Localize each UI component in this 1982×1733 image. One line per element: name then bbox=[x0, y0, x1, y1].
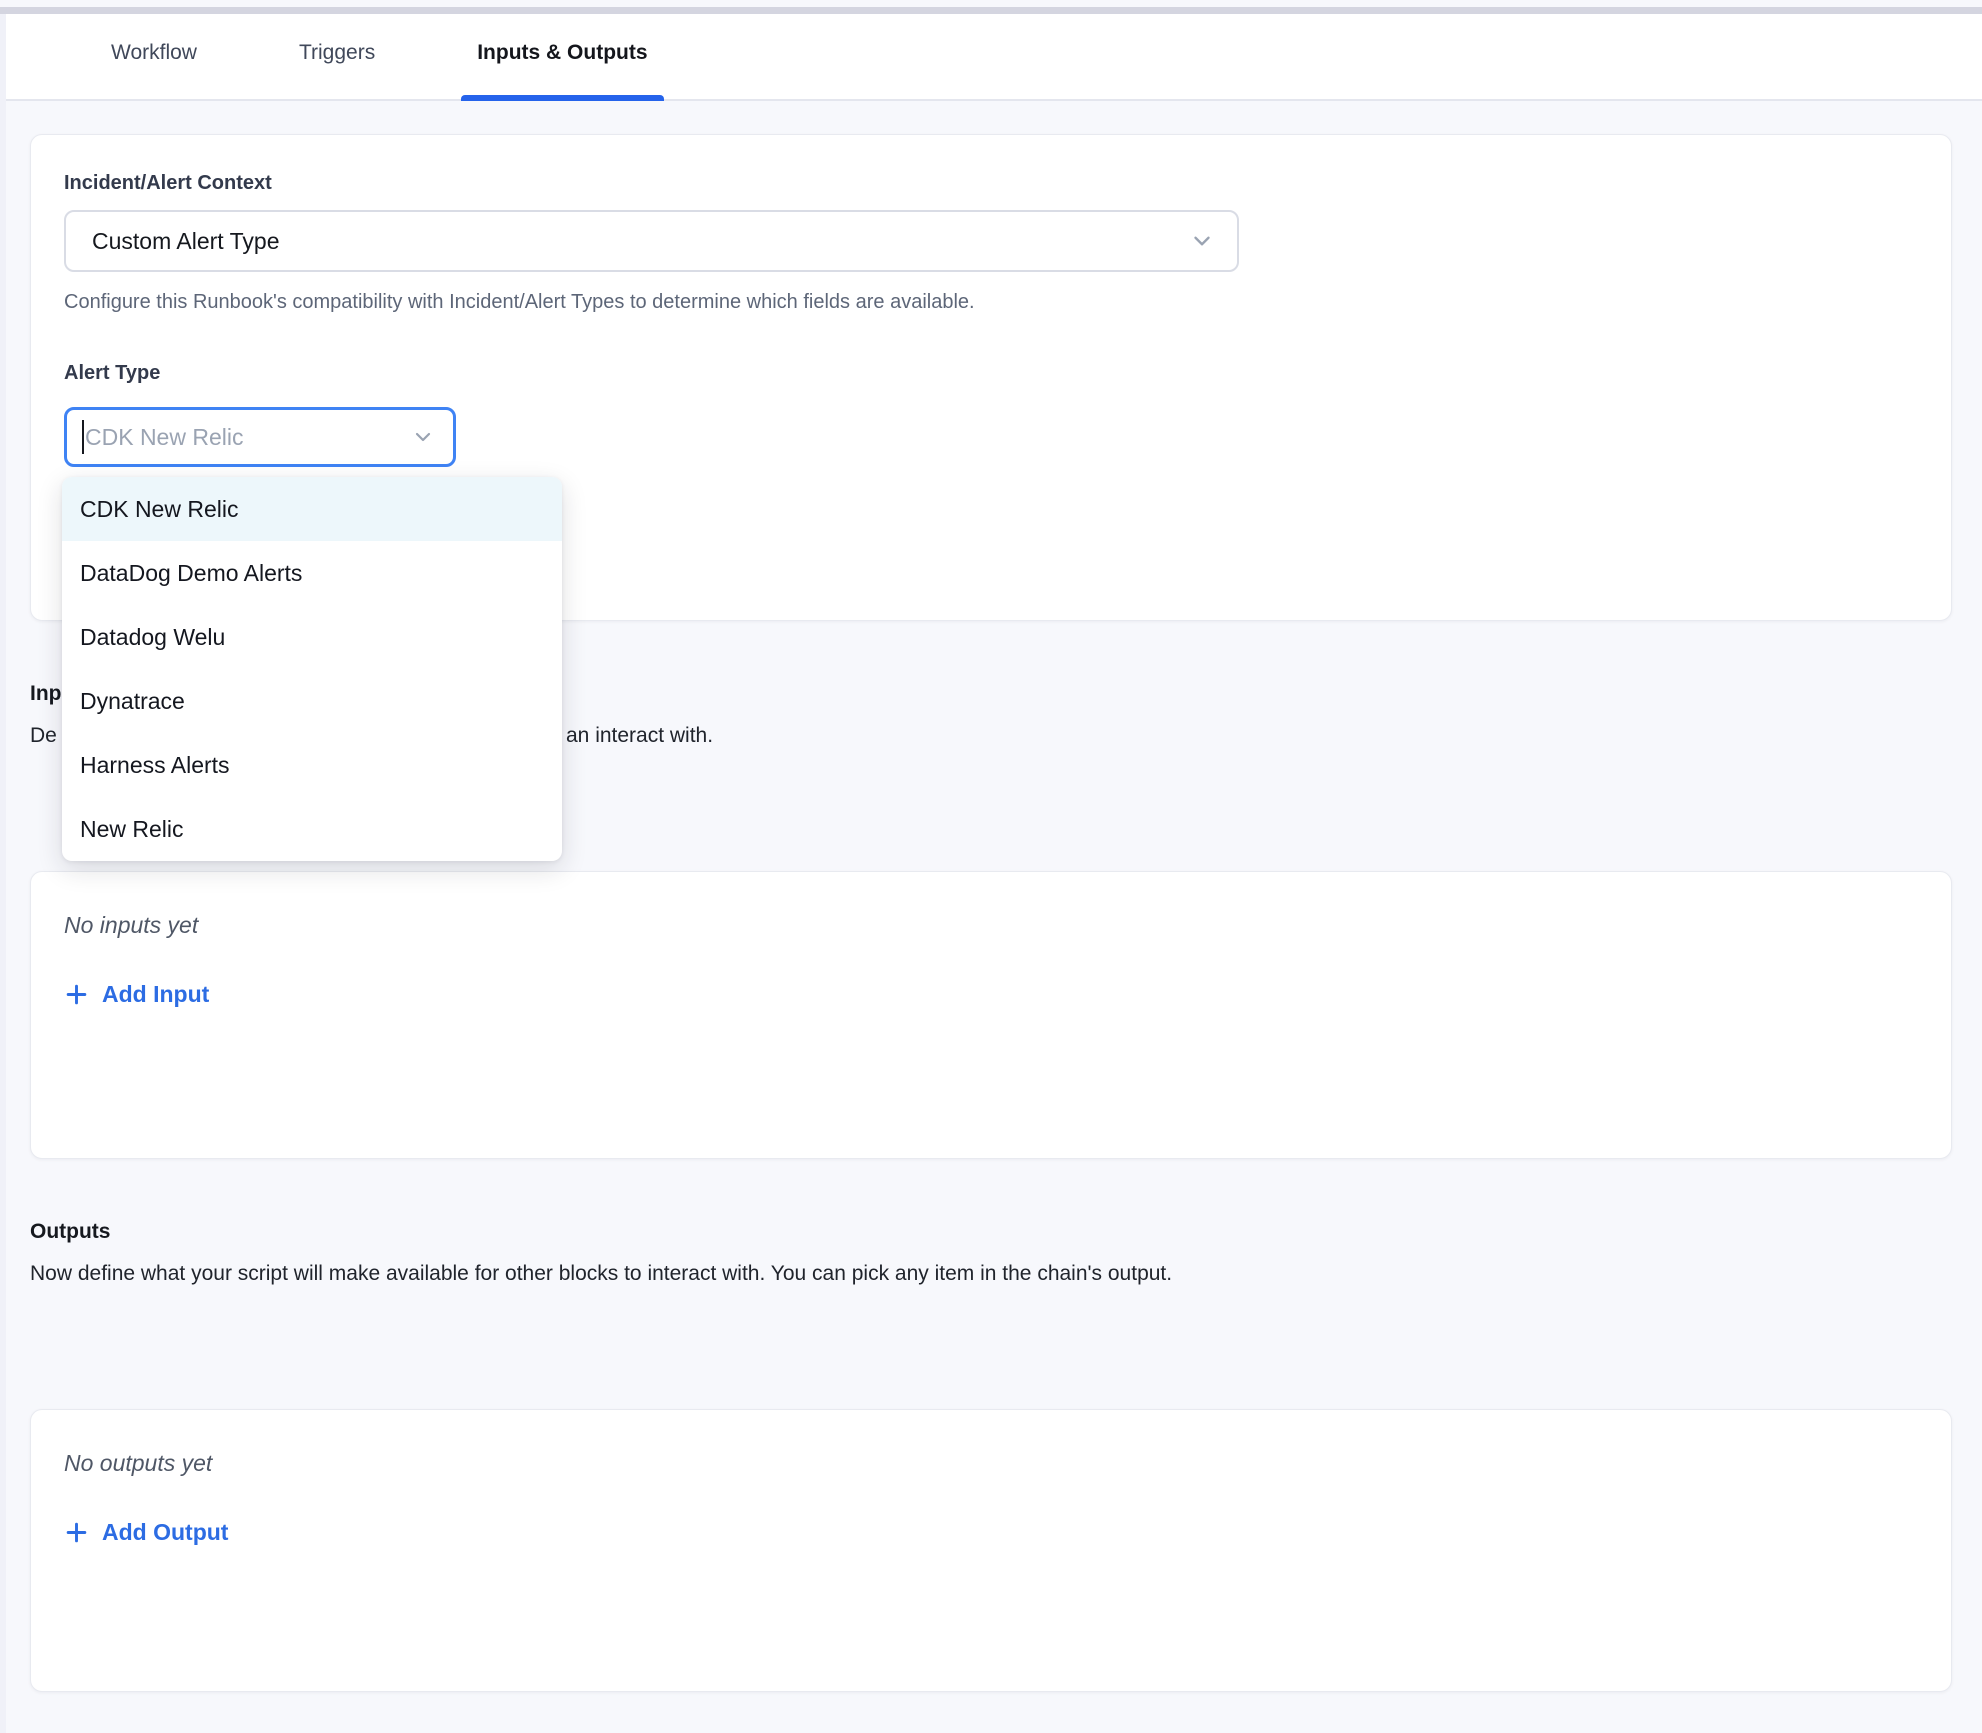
dropdown-option-cdk-new-relic[interactable]: CDK New Relic bbox=[62, 477, 562, 541]
plus-icon bbox=[64, 1520, 89, 1545]
alert-type-dropdown-menu: CDK New Relic DataDog Demo Alerts Datado… bbox=[62, 477, 562, 861]
incident-context-label: Incident/Alert Context bbox=[64, 171, 1918, 195]
alert-type-combobox[interactable]: CDK New Relic bbox=[64, 407, 456, 467]
chevron-down-icon bbox=[411, 425, 435, 449]
inputs-description-end: an interact with. bbox=[566, 723, 713, 749]
dropdown-option-datadog-demo-alerts[interactable]: DataDog Demo Alerts bbox=[62, 541, 562, 605]
chevron-down-icon bbox=[1189, 228, 1215, 254]
add-input-label: Add Input bbox=[102, 978, 209, 1010]
dropdown-option-harness-alerts[interactable]: Harness Alerts bbox=[62, 733, 562, 797]
dropdown-option-datadog-welu[interactable]: Datadog Welu bbox=[62, 605, 562, 669]
plus-icon bbox=[64, 982, 89, 1007]
alert-type-placeholder: CDK New Relic bbox=[85, 424, 243, 451]
tab-workflow[interactable]: Workflow bbox=[75, 7, 233, 99]
dropdown-option-new-relic[interactable]: New Relic bbox=[62, 797, 562, 861]
outputs-card: No outputs yet Add Output bbox=[30, 1409, 1952, 1692]
outputs-heading: Outputs bbox=[30, 1219, 1952, 1245]
alert-type-label: Alert Type bbox=[64, 361, 1918, 385]
text-cursor bbox=[82, 420, 84, 454]
no-inputs-text: No inputs yet bbox=[64, 910, 1918, 940]
add-output-button[interactable]: Add Output bbox=[64, 1516, 228, 1548]
tab-inputs-outputs[interactable]: Inputs & Outputs bbox=[441, 7, 683, 99]
outputs-description: Now define what your script will make av… bbox=[30, 1261, 1952, 1287]
window-left-edge bbox=[0, 14, 6, 1733]
incident-context-selected-value: Custom Alert Type bbox=[92, 228, 280, 255]
window-top-edge bbox=[0, 7, 1982, 14]
incident-context-help-text: Configure this Runbook's compatibility w… bbox=[64, 289, 1918, 315]
incident-context-select[interactable]: Custom Alert Type bbox=[64, 210, 1239, 272]
main-content: Incident/Alert Context Custom Alert Type… bbox=[0, 134, 1982, 1692]
add-output-label: Add Output bbox=[102, 1516, 228, 1548]
inputs-description-start: De bbox=[30, 724, 57, 747]
tab-bar: Workflow Triggers Inputs & Outputs bbox=[0, 7, 1982, 101]
dropdown-option-dynatrace[interactable]: Dynatrace bbox=[62, 669, 562, 733]
inputs-card: No inputs yet Add Input bbox=[30, 871, 1952, 1159]
no-outputs-text: No outputs yet bbox=[64, 1448, 1918, 1478]
tab-triggers[interactable]: Triggers bbox=[263, 7, 411, 99]
add-input-button[interactable]: Add Input bbox=[64, 978, 209, 1010]
